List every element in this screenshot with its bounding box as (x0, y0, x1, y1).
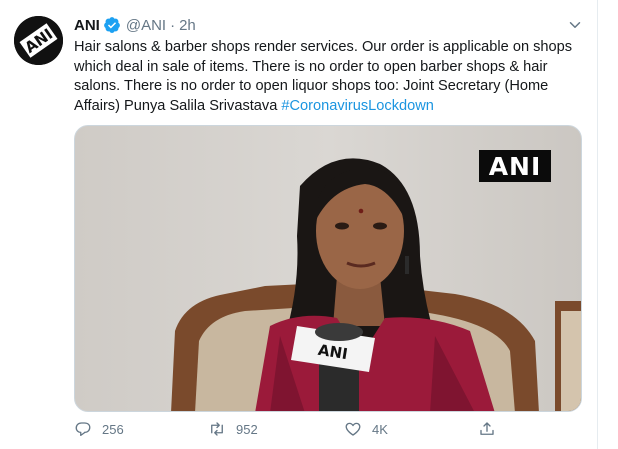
author-handle[interactable]: @ANI (126, 17, 166, 34)
share-icon (480, 422, 494, 435)
tweet-actions: 256 952 4K (74, 420, 564, 444)
tweet-text: Hair salons & barber shops render servic… (74, 38, 588, 116)
reply-icon (75, 422, 91, 437)
retweet-count: 952 (236, 421, 258, 437)
tweet-header: ANI @ANI · 2h (74, 15, 196, 35)
like-count: 4K (372, 421, 388, 437)
verified-badge-icon (103, 17, 120, 33)
chevron-down-icon[interactable] (566, 16, 584, 34)
hashtag-link[interactable]: #CoronavirusLockdown (281, 98, 434, 114)
author-name[interactable]: ANI (74, 17, 100, 34)
avatar[interactable]: ANI (14, 16, 63, 65)
like-button[interactable]: 4K (344, 420, 388, 438)
tweet-media-image[interactable]: ANI ANI (74, 125, 582, 412)
separator-dot: · (170, 16, 176, 34)
heart-icon (345, 422, 361, 436)
tweet-card[interactable]: ANI ANI @ANI · 2h Hair salons & barber s… (0, 0, 598, 449)
retweet-button[interactable]: 952 (208, 420, 258, 438)
reply-button[interactable]: 256 (74, 420, 124, 438)
ani-logo-icon: ANI (14, 16, 63, 65)
ani-watermark: ANI (479, 150, 551, 182)
tweet-timestamp[interactable]: 2h (179, 17, 196, 34)
retweet-icon (211, 422, 223, 436)
share-button[interactable] (478, 420, 506, 438)
reply-count: 256 (102, 421, 124, 437)
